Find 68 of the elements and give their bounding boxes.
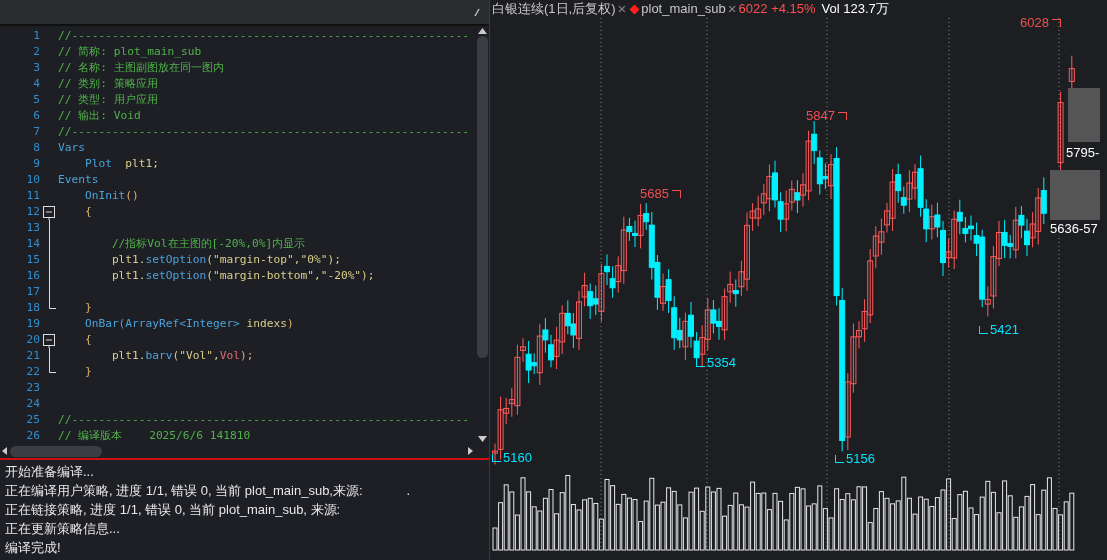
line-number: 24 xyxy=(25,395,41,412)
line-number: 25 xyxy=(25,411,41,428)
price-label: 6028 xyxy=(1020,15,1049,31)
volume-reading: Vol 123.7万 xyxy=(821,0,889,19)
code-line: //----------------------------------------------------------- xyxy=(58,123,469,140)
log-line: 正在更新策略信息... xyxy=(5,520,120,538)
line-number: 2 xyxy=(32,43,41,60)
line-number: 22 xyxy=(25,363,41,380)
line-number: 18 xyxy=(25,299,41,316)
chart-title: 白银连续(1日,后复权) xyxy=(492,0,616,19)
code-line: // 名称: 主图副图放在同一图内 xyxy=(58,59,224,76)
line-number: 20 xyxy=(25,331,41,348)
line-number: 13 xyxy=(25,219,41,236)
line-number: 7 xyxy=(32,123,41,140)
line-number: 17 xyxy=(25,283,41,300)
code-line: Vars xyxy=(58,139,85,156)
code-line: { xyxy=(83,203,92,220)
code-line: } xyxy=(83,299,92,316)
log-line: 开始准备编译... xyxy=(5,463,94,481)
line-number: 3 xyxy=(32,59,41,76)
code-line: { xyxy=(83,331,92,348)
code-line: Events xyxy=(58,171,99,188)
code-line: OnBar(ArrayRef<Integer> indexs) xyxy=(83,315,294,332)
line-number: 15 xyxy=(25,251,41,268)
line-number: 21 xyxy=(25,347,41,364)
code-line: Plot plt1; xyxy=(83,155,160,172)
line-number: 19 xyxy=(25,315,41,332)
code-line: plt1.barv("Vol",Vol); xyxy=(110,347,254,364)
price-label: 5156 xyxy=(846,451,875,467)
line-number: 12 xyxy=(25,203,41,220)
code-line: //----------------------------------------------------------- xyxy=(58,411,469,428)
line-number: 10 xyxy=(25,171,41,188)
code-line: // 类别: 策略应用 xyxy=(58,75,158,92)
price-label: 5685 xyxy=(640,186,669,202)
line-number: 23 xyxy=(25,379,41,396)
price-label: 5421 xyxy=(990,322,1019,338)
line-number: 11 xyxy=(25,187,41,204)
code-line: //----------------------------------------------------------- xyxy=(58,27,469,44)
code-line: } xyxy=(83,363,92,380)
log-line: 正在链接策略, 进度 1/1, 错误 0, 当前 plot_main_sub, 来源: xyxy=(5,501,341,519)
close-button[interactable]: × xyxy=(725,0,739,21)
code-line: // 输出: Void xyxy=(58,107,141,124)
line-number: 9 xyxy=(32,155,41,172)
code-line: // 类型: 用户应用 xyxy=(58,91,158,108)
code-line: plt1.setOption("margin-bottom","-20%"); xyxy=(110,267,375,284)
line-number: 4 xyxy=(32,75,41,92)
close-button[interactable]: × xyxy=(615,0,629,21)
line-number: 14 xyxy=(25,235,41,252)
log-line-end: . xyxy=(406,482,411,500)
price-label: 5847 xyxy=(806,108,835,124)
indicator-name: plot_main_sub xyxy=(641,0,726,19)
log-line: 正在编译用户策略, 进度 1/1, 错误 0, 当前 plot_main_sub,来源: xyxy=(5,482,363,500)
price-tag: 5636-57 xyxy=(1048,221,1098,237)
line-number: 6 xyxy=(32,107,41,124)
line-number: 16 xyxy=(25,267,41,284)
line-number: 8 xyxy=(32,139,41,156)
code-line: // 编译版本 2025/6/6 141810 xyxy=(58,427,251,444)
code-line: // 简称: plot_main_sub xyxy=(58,43,202,60)
price-label: 5354 xyxy=(707,355,736,371)
line-number: 5 xyxy=(32,91,41,108)
log-line: 编译完成! xyxy=(5,539,61,557)
line-number: 26 xyxy=(25,427,41,444)
code-line: //指标Vol在主图的[-20%,0%]内显示 xyxy=(110,235,306,252)
price-change: 6022 +4.15% xyxy=(738,0,816,19)
line-number: 1 xyxy=(32,27,41,44)
price-label: 5160 xyxy=(503,450,532,466)
code-line: OnInit() xyxy=(83,187,139,204)
code-line: plt1.setOption("margin-top","0%"); xyxy=(110,251,341,268)
